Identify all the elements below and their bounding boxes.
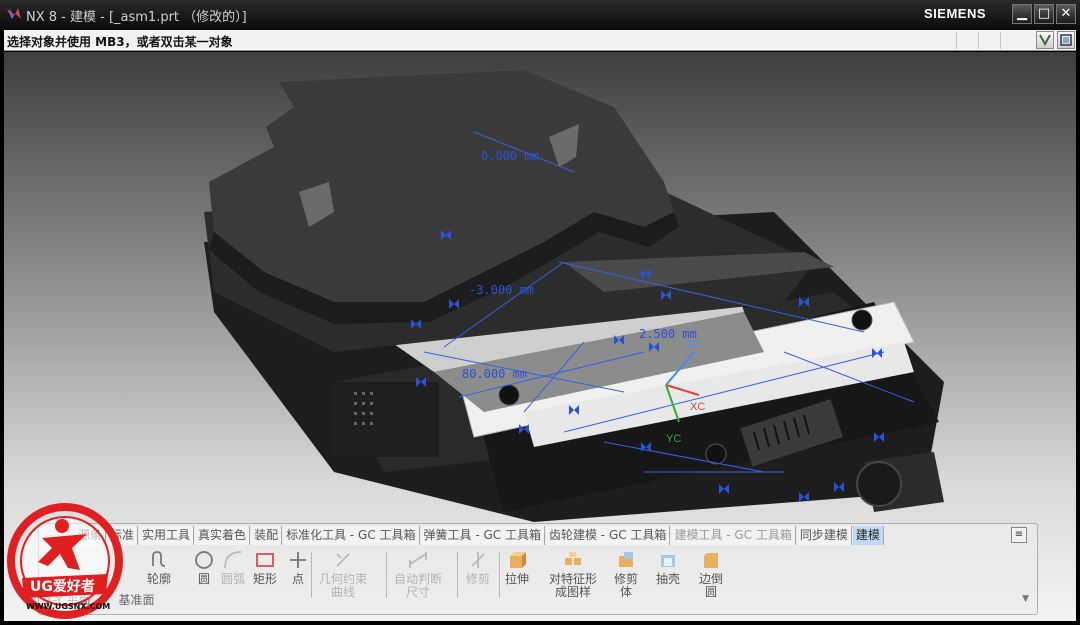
arc-button[interactable]: 圆弧 — [221, 550, 245, 586]
title-bar: NX 8 - 建模 - [_asm1.prt （修改的）] SIEMENS ▁ … — [0, 0, 1080, 30]
status-segment — [956, 32, 978, 49]
ribbon-separator — [386, 552, 387, 598]
trim-body-icon — [619, 552, 633, 567]
tab-5[interactable]: 标准化工具 - GC 工具箱 — [283, 526, 420, 545]
extrude-button[interactable]: 拉伸 — [505, 550, 529, 586]
ribbon-separator — [499, 552, 500, 598]
window-title: NX 8 - 建模 - [_asm1.prt （修改的）] — [26, 10, 247, 25]
ugsnx-watermark-logo: UG爱好者 WWW.UGSNX.COM — [7, 503, 123, 619]
edge-blend-icon — [704, 553, 718, 568]
maximize-button[interactable]: □ — [1034, 4, 1054, 24]
rectangle-icon — [256, 553, 274, 567]
dimension-label[interactable]: 80.000 mm — [462, 367, 527, 381]
shell-icon — [661, 555, 675, 567]
edge-blend-button[interactable]: 边倒 圆 — [699, 550, 723, 599]
zc-label: ZC — [686, 339, 701, 351]
watermark-url: WWW.UGSNX.COM — [26, 602, 110, 611]
watermark-logo-text: UG爱好者 — [30, 578, 95, 595]
ribbon-separator — [311, 552, 312, 598]
constraint-icon — [336, 553, 350, 567]
extrude-icon — [510, 552, 526, 568]
profile-button[interactable]: 轮廓 — [147, 550, 171, 586]
rectangle-button[interactable]: 矩形 — [253, 550, 277, 586]
rapid-dimension-button[interactable]: 自动判断 尺寸 — [394, 550, 442, 599]
dimension-icon — [409, 552, 427, 568]
tab-7[interactable]: 齿轮建模 - GC 工具箱 — [545, 526, 671, 545]
tab-8[interactable]: 建模工具 - GC 工具箱 — [671, 526, 796, 545]
full-screen-icon[interactable] — [1057, 31, 1075, 49]
status-segment — [978, 32, 1000, 49]
profile-icon — [152, 551, 166, 567]
ribbon-menu-icon[interactable]: ≡ — [1011, 527, 1027, 543]
minimize-button[interactable]: ▁ — [1012, 4, 1032, 24]
circle-icon — [195, 551, 213, 569]
selection-filter-icon[interactable] — [1036, 31, 1054, 49]
cue-line: 选择对象并使用 MB3，或者双击某一对象 — [4, 30, 1076, 51]
ribbon-tabs: 源条标准实用工具真实着色装配标准化工具 - GC 工具箱弹簧工具 - GC 工具… — [39, 526, 1037, 546]
status-segment — [1000, 32, 1022, 49]
tab-4[interactable]: 装配 — [251, 526, 283, 545]
ribbon-expand-icon[interactable]: ▼ — [1022, 594, 1029, 604]
pattern-icon — [565, 552, 581, 565]
tab-6[interactable]: 弹簧工具 - GC 工具箱 — [420, 526, 545, 545]
arc-icon — [224, 551, 242, 569]
nx-logo-icon — [7, 8, 21, 19]
dimension-label[interactable]: 0.000 mm — [481, 149, 539, 163]
point-button[interactable]: 点 — [288, 550, 308, 586]
ribbon-bar: 源条标准实用工具真实着色装配标准化工具 - GC 工具箱弹簧工具 - GC 工具… — [38, 523, 1038, 615]
point-icon — [290, 552, 306, 568]
circle-button[interactable]: 圆 — [194, 550, 214, 586]
tab-9[interactable]: 同步建模 — [796, 526, 852, 545]
tab-3[interactable]: 真实着色 — [195, 526, 251, 545]
trim-body-button[interactable]: 修剪 体 — [614, 550, 638, 599]
xc-label: XC — [690, 401, 705, 413]
trim-icon — [471, 552, 485, 568]
tab-2[interactable]: 实用工具 — [139, 526, 195, 545]
dimension-label[interactable]: -3.000 mm — [469, 283, 534, 297]
feature-pattern-button[interactable]: 对特征形 成图样 — [549, 550, 597, 599]
shell-button[interactable]: 抽壳 — [656, 550, 680, 586]
close-button[interactable]: ✕ — [1056, 4, 1076, 24]
geometric-constraints-button[interactable]: 几何约束 曲线 — [319, 550, 367, 599]
trim-curve-button[interactable]: 修剪 — [466, 550, 490, 586]
cue-line-text: 选择对象并使用 MB3，或者双击某一对象 — [7, 35, 233, 49]
ribbon-separator — [457, 552, 458, 598]
yc-label: YC — [666, 433, 681, 445]
siemens-brand: SIEMENS — [924, 6, 987, 21]
tab-modeling[interactable]: 建模 — [852, 526, 884, 545]
